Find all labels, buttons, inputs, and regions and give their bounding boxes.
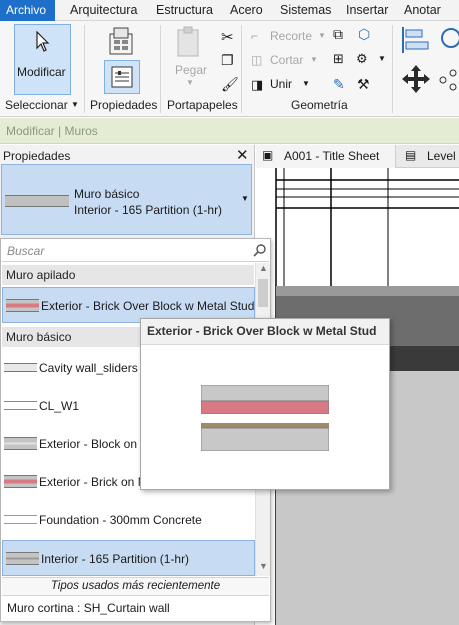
- paste-icon[interactable]: [176, 26, 202, 58]
- trim-label[interactable]: Recorte: [270, 29, 312, 43]
- group-properties-label: Propiedades: [90, 98, 158, 112]
- wall-type-preview-icon: [5, 195, 69, 207]
- recent-item[interactable]: Muro cortina : SH_Curtain wall: [2, 597, 269, 619]
- copy-elements-icon[interactable]: [437, 65, 459, 95]
- wall-layers-preview: [201, 385, 329, 451]
- trim-icon: ⌐: [251, 29, 259, 43]
- tab-sistemas[interactable]: Sistemas: [280, 3, 331, 17]
- split-face-icon[interactable]: ⊞: [333, 51, 344, 67]
- chevron-down-icon: ▼: [318, 31, 326, 40]
- chevron-up-icon[interactable]: ▲: [259, 263, 268, 273]
- modify-button[interactable]: Modificar: [14, 24, 71, 95]
- recent-item-label: Muro cortina : SH_Curtain wall: [7, 601, 170, 615]
- sheet-icon: ▣: [262, 148, 274, 162]
- close-icon[interactable]: ✕: [236, 146, 249, 164]
- item-label: Exterior - Brick on M: [39, 475, 148, 489]
- search-icon[interactable]: [253, 244, 266, 257]
- wall-joins-icon[interactable]: ⧉: [333, 26, 343, 43]
- properties-button[interactable]: [104, 60, 140, 94]
- item-label: Foundation - 300mm Concrete: [39, 513, 202, 527]
- selector-family: Muro básico: [74, 187, 140, 201]
- recent-label: Tipos usados más recientemente: [50, 580, 221, 592]
- item-label: Exterior - Brick Over Block w Metal Stud: [41, 299, 255, 313]
- chevron-down-icon[interactable]: ▼: [259, 561, 268, 571]
- tab-acero[interactable]: Acero: [230, 3, 263, 17]
- group-label: Muro apilado: [6, 268, 76, 282]
- paste-label: Pegar: [175, 63, 208, 77]
- item-label: Cavity wall_sliders: [39, 361, 138, 375]
- group-geometry-label: Geometría: [291, 98, 348, 112]
- group-clipboard-label: Portapapeles: [167, 98, 238, 112]
- type-properties-icon[interactable]: [106, 26, 136, 56]
- list-item-selected[interactable]: Interior - 165 Partition (1-hr): [2, 540, 255, 576]
- wall-swatch-icon: [4, 475, 37, 488]
- group-select-label[interactable]: Seleccionar: [5, 98, 68, 112]
- tab-level[interactable]: ▤ Level: [397, 145, 459, 168]
- tab-insertar[interactable]: Insertar: [346, 3, 388, 17]
- menu-bar: Archivo Arquitectura Estructura Acero Si…: [0, 0, 459, 21]
- scrollbar-thumb[interactable]: [258, 279, 268, 307]
- modify-label: Modificar: [17, 65, 66, 79]
- wall-swatch-icon: [4, 437, 37, 450]
- chevron-down-icon[interactable]: ▼: [378, 54, 386, 63]
- properties-title: Propiedades: [3, 149, 71, 163]
- type-preview-tooltip: Exterior - Brick Over Block w Metal Stud: [140, 318, 390, 490]
- offset-icon[interactable]: [437, 25, 459, 55]
- hammer-icon[interactable]: ⚒: [357, 76, 370, 93]
- list-item[interactable]: Foundation - 300mm Concrete: [1, 502, 254, 538]
- properties-icon: [111, 66, 133, 88]
- search-input[interactable]: Buscar: [2, 240, 269, 262]
- tooltip-header: Exterior - Brick Over Block w Metal Stud: [141, 319, 389, 345]
- cut-geometry-icon: ◫: [251, 53, 263, 67]
- search-placeholder: Buscar: [7, 244, 45, 258]
- scissors-icon[interactable]: ✂: [221, 28, 234, 46]
- join-icon: ◨: [251, 77, 264, 92]
- copy-icon[interactable]: ❐: [221, 52, 234, 69]
- cut-profile-icon[interactable]: ⬡: [358, 26, 370, 43]
- chevron-down-icon[interactable]: ▼: [71, 100, 79, 109]
- tab-estructura[interactable]: Estructura: [156, 3, 213, 17]
- context-bar: Modificar | Muros: [0, 118, 459, 144]
- chevron-down-icon: ▼: [186, 78, 194, 87]
- move-icon[interactable]: [400, 63, 432, 95]
- wall-swatch-icon: [6, 299, 39, 312]
- group-header-stacked: Muro apilado: [2, 265, 254, 285]
- cut-label[interactable]: Cortar: [270, 53, 303, 67]
- chevron-down-icon: ▼: [302, 79, 310, 88]
- cursor-arrow-icon: [36, 31, 50, 52]
- tab-label: A001 - Title Sheet: [284, 149, 380, 163]
- wall-swatch-icon: [4, 401, 37, 410]
- floor-plan-icon: ▤: [405, 148, 417, 162]
- selector-type: Interior - 165 Partition (1-hr): [74, 203, 223, 217]
- chevron-down-icon[interactable]: ▼: [241, 194, 249, 203]
- join-label[interactable]: Unir: [270, 77, 292, 91]
- wall-swatch-icon: [4, 363, 37, 372]
- chevron-down-icon: ▼: [310, 55, 318, 64]
- tab-anotar[interactable]: Anotar: [404, 3, 441, 17]
- ribbon: Modificar Seleccionar ▼ Propiedades Pega…: [0, 21, 459, 117]
- item-label: Interior - 165 Partition (1-hr): [41, 552, 190, 566]
- tooltip-title: Exterior - Brick Over Block w Metal Stud: [147, 324, 377, 338]
- wall-swatch-icon: [4, 515, 37, 524]
- recent-types-header: Tipos usados más recientemente: [2, 577, 269, 596]
- view-tabs: ▣ A001 - Title Sheet ▤ Level: [256, 145, 459, 168]
- wall-swatch-icon: [6, 552, 39, 565]
- tab-title-sheet[interactable]: ▣ A001 - Title Sheet: [256, 145, 396, 168]
- type-selector[interactable]: Muro básico Interior - 165 Partition (1-…: [1, 164, 252, 235]
- tab-archivo[interactable]: Archivo: [0, 0, 55, 21]
- item-label: CL_W1: [39, 399, 80, 413]
- group-label: Muro básico: [6, 330, 72, 344]
- demolish-icon[interactable]: ✎: [333, 76, 345, 93]
- tab-arquitectura[interactable]: Arquitectura: [70, 3, 137, 17]
- item-label: Exterior - Block on: [39, 437, 138, 451]
- paint-icon[interactable]: ⚙: [356, 51, 368, 67]
- match-properties-icon[interactable]: 🖌: [221, 76, 239, 93]
- tab-label: Level: [427, 149, 456, 163]
- context-label: Modificar | Muros: [6, 124, 98, 138]
- align-icon[interactable]: [400, 25, 430, 55]
